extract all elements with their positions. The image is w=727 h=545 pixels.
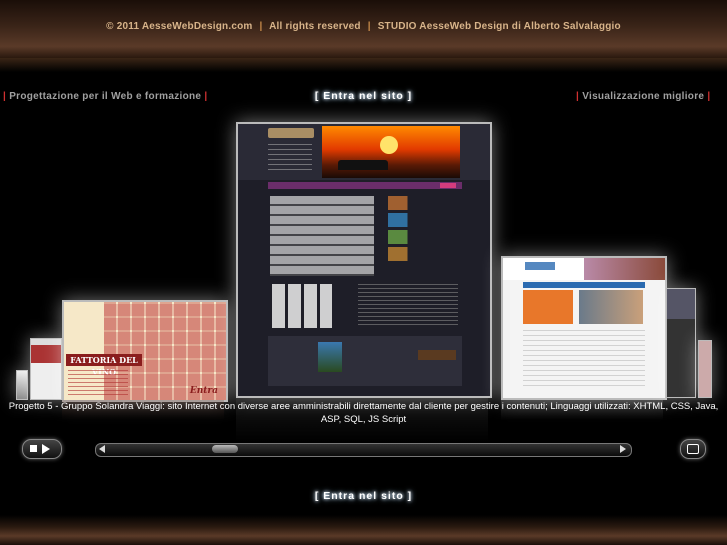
rights-text: All rights reserved <box>269 21 361 32</box>
site-navbar <box>268 182 462 189</box>
play-icon <box>42 444 50 454</box>
site-body-text <box>358 284 458 328</box>
studio-text: STUDIO AesseWeb Design di Alberto Salval… <box>377 21 621 32</box>
carousel-scrollbar[interactable] <box>95 443 632 457</box>
play-stop-icon <box>30 445 37 452</box>
enter-site-link-bottom[interactable]: [ Entra nel sito ] <box>0 490 727 502</box>
partner-logos <box>272 284 332 328</box>
scrollbar-thumb[interactable] <box>212 445 238 453</box>
separator: | <box>367 21 371 32</box>
site-logo <box>268 128 314 138</box>
site-footer <box>268 336 462 386</box>
project-thumbnail-right-3[interactable] <box>698 340 712 398</box>
project-thumbnail-left-2[interactable] <box>30 338 62 400</box>
sunset-banner-image <box>322 126 460 178</box>
comunico-text <box>523 330 645 390</box>
copyright-text: © 2011 AesseWebDesign.com <box>106 21 253 32</box>
site-header <box>238 124 490 180</box>
comunico-nav <box>523 282 645 288</box>
comunico-banner <box>579 290 643 324</box>
offers-list <box>270 196 374 276</box>
copyright-line: © 2011 AesseWebDesign.com | All rights r… <box>0 21 727 32</box>
fattoria-title: FATTORIA DEL VINO <box>66 354 142 377</box>
fattoria-entra-link[interactable]: Entra <box>190 386 218 396</box>
project-card-comunico[interactable] <box>501 256 667 400</box>
address-text-lines <box>68 370 128 396</box>
project-thumbnail-far-left[interactable] <box>16 370 28 400</box>
project-card-solandra-viaggi[interactable] <box>236 122 492 398</box>
separator: | <box>259 21 263 32</box>
enter-site-link-top[interactable]: [ Entra nel sito ] <box>0 90 727 102</box>
header-glow <box>0 58 727 72</box>
fullscreen-icon <box>687 444 699 454</box>
project-card-fattoria-del-vino[interactable]: FATTORIA DEL VINO Entra <box>62 300 228 402</box>
comunico-promo <box>523 290 573 324</box>
arrow-right-icon[interactable] <box>620 445 626 453</box>
arrow-left-icon[interactable] <box>99 445 105 453</box>
news-list <box>388 196 458 264</box>
project-thumbnail-right-2[interactable] <box>666 288 696 398</box>
fullscreen-button[interactable] <box>680 439 706 459</box>
bottom-banner <box>0 515 727 545</box>
project-caption: Progetto 5 - Gruppo Solandra Viaggi: sit… <box>8 401 719 425</box>
comunico-logo <box>525 262 555 270</box>
play-stop-button[interactable] <box>22 439 62 459</box>
site-tagline-lines <box>268 144 312 170</box>
top-banner: © 2011 AesseWebDesign.com | All rights r… <box>0 0 727 58</box>
